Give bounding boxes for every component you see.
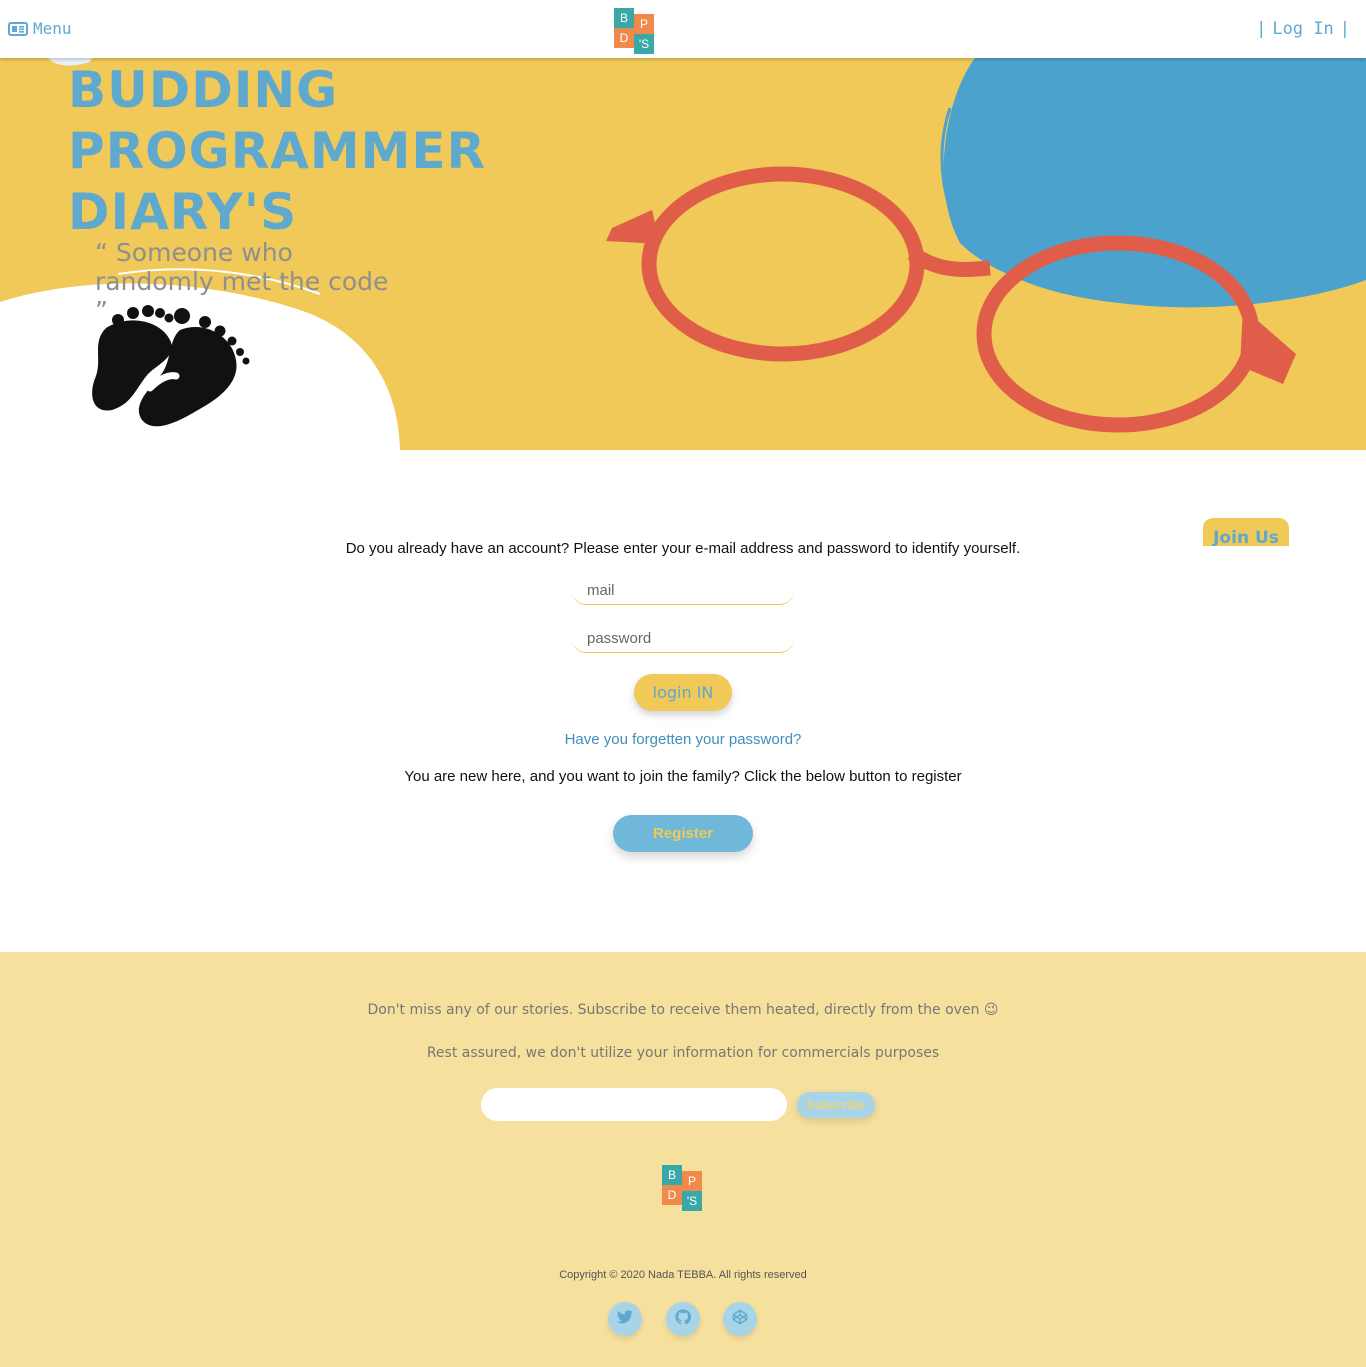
copyright-text: Copyright © 2020 Nada TEBBA. All rights … xyxy=(559,1269,807,1281)
codepen-icon xyxy=(732,1309,748,1330)
subscribe-email-input[interactable] xyxy=(481,1088,787,1121)
login-link-container: | Log In | xyxy=(1250,19,1356,39)
subscribe-text: Don't miss any of our stories. Subscribe… xyxy=(367,1002,999,1018)
login-intro-text: Do you already have an account? Please e… xyxy=(345,540,1021,557)
site-title-line: DIARY'S xyxy=(68,183,298,241)
separator: | xyxy=(1339,19,1350,39)
github-icon xyxy=(675,1308,692,1330)
logo-letter: 'S xyxy=(682,1191,702,1211)
twitter-icon xyxy=(617,1309,633,1329)
tagline: “ Someone who randomly met the code ” xyxy=(95,238,389,325)
login-link[interactable]: Log In xyxy=(1272,19,1333,39)
github-link[interactable] xyxy=(666,1302,700,1336)
separator: | xyxy=(1256,19,1267,39)
twitter-link[interactable] xyxy=(608,1302,642,1336)
subscribe-button[interactable]: Subscribe xyxy=(797,1092,875,1118)
newspaper-icon xyxy=(8,21,28,36)
logo-letter: B xyxy=(614,8,634,28)
logo-letter: 'S xyxy=(634,34,654,54)
forgot-password-link[interactable]: Have you forgetten your password? xyxy=(0,731,1366,748)
footer-logo: B P D 'S xyxy=(662,1165,702,1211)
top-navbar: Menu B P D 'S | Log In | xyxy=(0,0,1366,58)
logo-letter: D xyxy=(614,28,634,48)
site-logo[interactable]: B P D 'S xyxy=(614,8,654,54)
site-title-line: PROGRAMMER xyxy=(68,122,487,180)
logo-letter: P xyxy=(634,14,654,34)
codepen-link[interactable] xyxy=(723,1302,757,1336)
footer: Don't miss any of our stories. Subscribe… xyxy=(0,952,1366,1367)
site-title-line: BUDDING xyxy=(68,61,339,119)
register-prompt-text: You are new here, and you want to join t… xyxy=(404,768,962,785)
site-title: BUDDING PROGRAMMER DIARY'S xyxy=(68,60,487,243)
privacy-text: Rest assured, we don't utilize your info… xyxy=(426,1045,940,1061)
login-button[interactable]: login IN xyxy=(634,674,732,711)
menu-button[interactable]: Menu xyxy=(8,19,72,38)
menu-label: Menu xyxy=(33,19,72,38)
password-input[interactable] xyxy=(572,625,794,653)
hero-banner: BUDDING PROGRAMMER DIARY'S “ Someone who… xyxy=(0,58,1366,450)
mail-input[interactable] xyxy=(572,577,794,605)
register-button[interactable]: Register xyxy=(613,815,753,852)
logo-letter: D xyxy=(662,1185,682,1205)
logo-letter: P xyxy=(682,1171,702,1191)
logo-letter: B xyxy=(662,1165,682,1185)
